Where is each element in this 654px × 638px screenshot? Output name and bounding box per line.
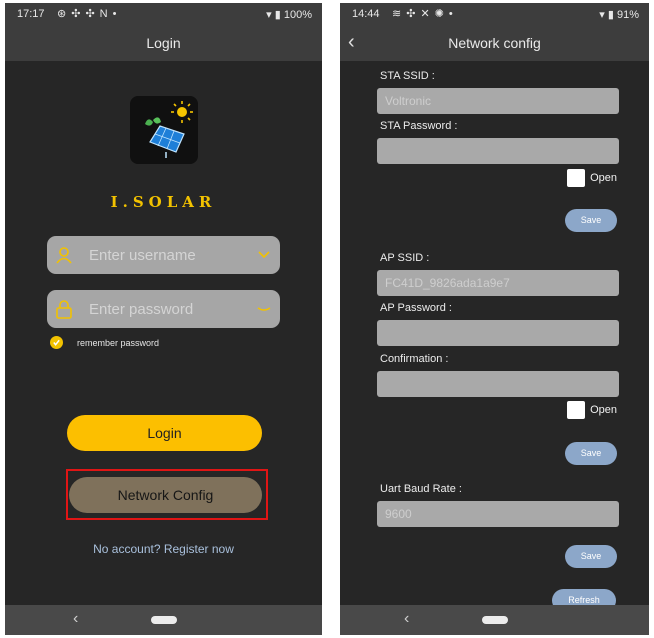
status-right: ▾ ▮ 91% <box>599 8 639 21</box>
page-title: Network config <box>448 35 541 51</box>
status-icons: ≋✣✕✺• <box>392 7 458 20</box>
eye-closed-icon[interactable] <box>256 300 272 316</box>
sync-icon: ⊛ <box>57 8 72 20</box>
chevron-down-icon[interactable] <box>256 246 272 262</box>
sta-open-checkbox[interactable] <box>567 169 586 187</box>
sta-save-button[interactable]: Save <box>565 209 617 232</box>
remember-password-row[interactable]: remember password <box>50 336 159 349</box>
wifi-icon: ▾ <box>599 9 605 21</box>
status-time: 14:44 <box>352 8 380 20</box>
ap-open-row[interactable]: Open <box>567 401 617 419</box>
uart-save-button[interactable]: Save <box>565 545 617 568</box>
password-input[interactable] <box>89 298 249 320</box>
app-bar: ‹ Network config <box>340 25 649 61</box>
network-config-button[interactable]: Network Config <box>69 477 262 513</box>
network-config-screen: 14:44 ≋✣✕✺• ▾ ▮ 91% ‹ Network config STA… <box>340 3 649 635</box>
sta-ssid-label: STA SSID : <box>380 70 435 82</box>
register-link[interactable]: No account? Register now <box>5 542 322 556</box>
nav-back-icon[interactable]: ‹ <box>404 610 409 628</box>
system-nav-bar: ‹ <box>340 605 649 635</box>
username-field[interactable] <box>47 236 280 274</box>
ap-password-input[interactable] <box>377 320 619 346</box>
gear-icon: ✺ <box>434 8 449 20</box>
username-input[interactable] <box>89 244 249 266</box>
status-right: ▾ ▮ 100% <box>266 8 312 21</box>
ap-open-checkbox[interactable] <box>567 401 586 419</box>
nfc-icon: N <box>99 8 113 20</box>
remember-checkbox[interactable] <box>50 336 63 349</box>
login-screen: 17:17 ⊛✣✣N• ▾ ▮ 100% Login I.SOLAR Enter… <box>5 3 322 635</box>
sta-ssid-input[interactable] <box>377 88 619 114</box>
sta-password-input[interactable] <box>377 138 619 164</box>
system-nav-bar: ‹ <box>5 605 322 635</box>
status-bar: 17:17 ⊛✣✣N• ▾ ▮ 100% <box>5 3 322 25</box>
check-icon <box>53 339 60 346</box>
uart-baud-label: Uart Baud Rate : <box>380 483 462 495</box>
confirmation-label: Confirmation : <box>380 353 449 365</box>
fan-icon: ✣ <box>85 8 100 20</box>
sta-open-row[interactable]: Open <box>567 169 617 187</box>
fan-icon: ✣ <box>71 8 86 20</box>
login-button[interactable]: Login <box>67 415 262 451</box>
nav-home-icon[interactable] <box>151 616 177 624</box>
dot-icon: • <box>448 8 458 20</box>
remember-label: remember password <box>77 337 160 348</box>
wifi-call-icon: ≋ <box>392 8 407 20</box>
uart-baud-input[interactable] <box>377 501 619 527</box>
lock-icon <box>56 300 72 319</box>
app-logo <box>130 96 198 164</box>
ap-save-button[interactable]: Save <box>565 442 617 465</box>
sta-open-label: Open <box>590 172 617 184</box>
nav-back-icon[interactable]: ‹ <box>73 610 78 628</box>
ap-password-label: AP Password : <box>380 302 452 314</box>
battery-percent: 100% <box>283 9 312 21</box>
status-icons: ⊛✣✣N• <box>57 7 121 20</box>
dot-icon: • <box>112 8 122 20</box>
solar-panel-icon <box>145 101 193 158</box>
battery-icon: ▮ <box>274 9 281 21</box>
password-field[interactable] <box>47 290 280 328</box>
fan-icon: ✣ <box>406 8 421 20</box>
battery-icon: ▮ <box>607 9 614 21</box>
user-icon <box>56 247 72 264</box>
page-title: Login <box>146 35 181 51</box>
brand-name: I.SOLAR <box>110 193 217 211</box>
nav-home-icon[interactable] <box>482 616 508 624</box>
confirmation-input[interactable] <box>377 371 619 397</box>
battery-percent: 91% <box>616 9 639 21</box>
ap-open-label: Open <box>590 404 617 416</box>
app-bar: Login <box>5 25 322 61</box>
sta-password-label: STA Password : <box>380 120 458 132</box>
signal-icon: ✕ <box>420 8 435 20</box>
status-bar: 14:44 ≋✣✕✺• ▾ ▮ 91% <box>340 3 649 25</box>
ap-ssid-input[interactable] <box>377 270 619 296</box>
status-time: 17:17 <box>17 8 45 20</box>
ap-ssid-label: AP SSID : <box>380 252 430 264</box>
wifi-icon: ▾ <box>266 9 272 21</box>
